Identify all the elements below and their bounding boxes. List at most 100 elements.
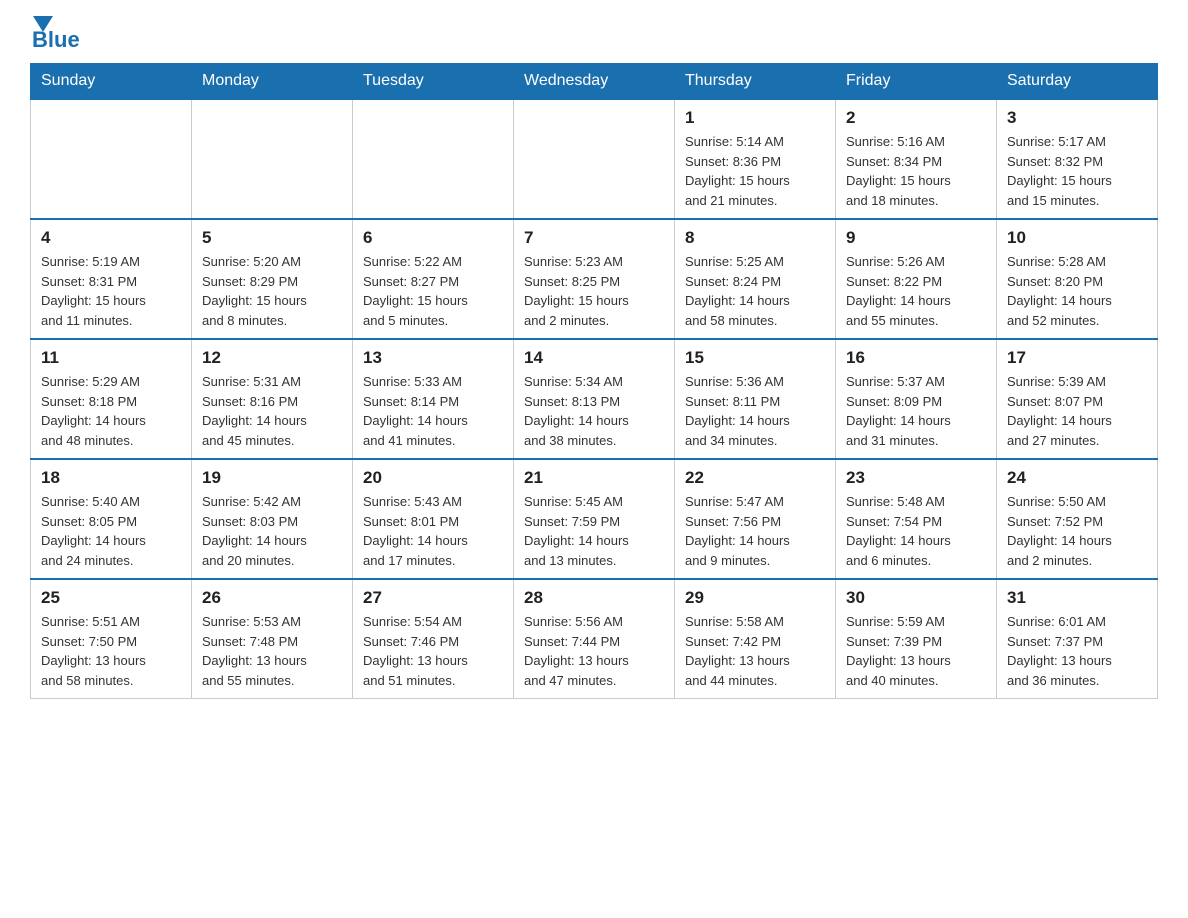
day-info: Sunrise: 5:31 AMSunset: 8:16 PMDaylight:…	[202, 372, 342, 450]
calendar-cell: 24Sunrise: 5:50 AMSunset: 7:52 PMDayligh…	[997, 459, 1158, 579]
day-info: Sunrise: 5:20 AMSunset: 8:29 PMDaylight:…	[202, 252, 342, 330]
day-info: Sunrise: 5:40 AMSunset: 8:05 PMDaylight:…	[41, 492, 181, 570]
calendar-cell: 23 Sunrise: 5:48 AMSunset: 7:54 PMDayligh…	[836, 459, 997, 579]
day-info: Sunrise: 5:48 AMSunset: 7:54 PMDaylight:…	[846, 492, 986, 570]
day-number: 17	[1007, 348, 1147, 368]
calendar-cell: 15 Sunrise: 5:36 AMSunset: 8:11 PMDayligh…	[675, 339, 836, 459]
day-number: 31	[1007, 588, 1147, 608]
calendar-cell: 27 Sunrise: 5:54 AMSunset: 7:46 PMDayligh…	[353, 579, 514, 699]
day-info: Sunrise: 5:25 AMSunset: 8:24 PMDaylight:…	[685, 252, 825, 330]
calendar-table: SundayMondayTuesdayWednesdayThursdayFrid…	[30, 63, 1158, 699]
calendar-cell: 31 Sunrise: 6:01 AMSunset: 7:37 PMDayligh…	[997, 579, 1158, 699]
calendar-cell: 22 Sunrise: 5:47 AMSunset: 7:56 PMDayligh…	[675, 459, 836, 579]
calendar-cell: 3 Sunrise: 5:17 AMSunset: 8:32 PMDaylight…	[997, 99, 1158, 219]
day-number: 10	[1007, 228, 1147, 248]
calendar-cell: 26Sunrise: 5:53 AMSunset: 7:48 PMDayligh…	[192, 579, 353, 699]
day-info: Sunrise: 5:45 AMSunset: 7:59 PMDaylight:…	[524, 492, 664, 570]
calendar-cell	[31, 99, 192, 219]
calendar-cell: 20 Sunrise: 5:43 AMSunset: 8:01 PMDayligh…	[353, 459, 514, 579]
day-number: 16	[846, 348, 986, 368]
day-info: Sunrise: 5:43 AMSunset: 8:01 PMDaylight:…	[363, 492, 503, 570]
day-number: 3	[1007, 108, 1147, 128]
calendar-cell: 18Sunrise: 5:40 AMSunset: 8:05 PMDayligh…	[31, 459, 192, 579]
day-info: Sunrise: 5:17 AMSunset: 8:32 PMDaylight:…	[1007, 132, 1147, 210]
calendar-cell: 6 Sunrise: 5:22 AMSunset: 8:27 PMDaylight…	[353, 219, 514, 339]
day-number: 19	[202, 468, 342, 488]
day-info: Sunrise: 5:33 AMSunset: 8:14 PMDaylight:…	[363, 372, 503, 450]
calendar-cell	[514, 99, 675, 219]
calendar-header-tuesday: Tuesday	[353, 64, 514, 100]
calendar-week-row: 1 Sunrise: 5:14 AMSunset: 8:36 PMDaylight…	[31, 99, 1158, 219]
calendar-cell: 16 Sunrise: 5:37 AMSunset: 8:09 PMDayligh…	[836, 339, 997, 459]
day-number: 29	[685, 588, 825, 608]
day-info: Sunrise: 5:58 AMSunset: 7:42 PMDaylight:…	[685, 612, 825, 690]
day-info: Sunrise: 5:37 AMSunset: 8:09 PMDaylight:…	[846, 372, 986, 450]
day-number: 13	[363, 348, 503, 368]
day-info: Sunrise: 5:23 AMSunset: 8:25 PMDaylight:…	[524, 252, 664, 330]
calendar-header-row: SundayMondayTuesdayWednesdayThursdayFrid…	[31, 64, 1158, 100]
day-number: 26	[202, 588, 342, 608]
calendar-cell: 28Sunrise: 5:56 AMSunset: 7:44 PMDayligh…	[514, 579, 675, 699]
calendar-cell: 14 Sunrise: 5:34 AMSunset: 8:13 PMDayligh…	[514, 339, 675, 459]
day-info: Sunrise: 5:19 AMSunset: 8:31 PMDaylight:…	[41, 252, 181, 330]
day-info: Sunrise: 5:34 AMSunset: 8:13 PMDaylight:…	[524, 372, 664, 450]
day-number: 21	[524, 468, 664, 488]
day-info: Sunrise: 5:28 AMSunset: 8:20 PMDaylight:…	[1007, 252, 1147, 330]
calendar-cell: 19 Sunrise: 5:42 AMSunset: 8:03 PMDayligh…	[192, 459, 353, 579]
day-number: 22	[685, 468, 825, 488]
day-info: Sunrise: 5:36 AMSunset: 8:11 PMDaylight:…	[685, 372, 825, 450]
calendar-cell: 21 Sunrise: 5:45 AMSunset: 7:59 PMDayligh…	[514, 459, 675, 579]
calendar-header-thursday: Thursday	[675, 64, 836, 100]
calendar-cell: 4 Sunrise: 5:19 AMSunset: 8:31 PMDaylight…	[31, 219, 192, 339]
day-info: Sunrise: 5:14 AMSunset: 8:36 PMDaylight:…	[685, 132, 825, 210]
day-number: 27	[363, 588, 503, 608]
day-number: 11	[41, 348, 181, 368]
day-number: 25	[41, 588, 181, 608]
calendar-header-sunday: Sunday	[31, 64, 192, 100]
day-number: 15	[685, 348, 825, 368]
day-info: Sunrise: 5:29 AMSunset: 8:18 PMDaylight:…	[41, 372, 181, 450]
day-number: 23	[846, 468, 986, 488]
calendar-cell: 29 Sunrise: 5:58 AMSunset: 7:42 PMDayligh…	[675, 579, 836, 699]
day-number: 1	[685, 108, 825, 128]
day-number: 9	[846, 228, 986, 248]
day-number: 14	[524, 348, 664, 368]
day-info: Sunrise: 5:50 AMSunset: 7:52 PMDaylight:…	[1007, 492, 1147, 570]
calendar-cell: 8 Sunrise: 5:25 AMSunset: 8:24 PMDaylight…	[675, 219, 836, 339]
day-info: Sunrise: 5:56 AMSunset: 7:44 PMDaylight:…	[524, 612, 664, 690]
calendar-cell	[353, 99, 514, 219]
day-info: Sunrise: 5:42 AMSunset: 8:03 PMDaylight:…	[202, 492, 342, 570]
day-number: 20	[363, 468, 503, 488]
calendar-week-row: 18Sunrise: 5:40 AMSunset: 8:05 PMDayligh…	[31, 459, 1158, 579]
day-info: Sunrise: 5:51 AMSunset: 7:50 PMDaylight:…	[41, 612, 181, 690]
calendar-cell: 30Sunrise: 5:59 AMSunset: 7:39 PMDayligh…	[836, 579, 997, 699]
calendar-header-friday: Friday	[836, 64, 997, 100]
day-number: 4	[41, 228, 181, 248]
calendar-cell: 10 Sunrise: 5:28 AMSunset: 8:20 PMDayligh…	[997, 219, 1158, 339]
day-number: 8	[685, 228, 825, 248]
calendar-cell	[192, 99, 353, 219]
day-info: Sunrise: 5:22 AMSunset: 8:27 PMDaylight:…	[363, 252, 503, 330]
calendar-cell: 12 Sunrise: 5:31 AMSunset: 8:16 PMDayligh…	[192, 339, 353, 459]
day-info: Sunrise: 5:16 AMSunset: 8:34 PMDaylight:…	[846, 132, 986, 210]
day-number: 12	[202, 348, 342, 368]
calendar-cell: 13 Sunrise: 5:33 AMSunset: 8:14 PMDayligh…	[353, 339, 514, 459]
calendar-cell: 5Sunrise: 5:20 AMSunset: 8:29 PMDaylight…	[192, 219, 353, 339]
calendar-cell: 1 Sunrise: 5:14 AMSunset: 8:36 PMDaylight…	[675, 99, 836, 219]
day-info: Sunrise: 6:01 AMSunset: 7:37 PMDaylight:…	[1007, 612, 1147, 690]
calendar-week-row: 25 Sunrise: 5:51 AMSunset: 7:50 PMDayligh…	[31, 579, 1158, 699]
day-info: Sunrise: 5:39 AMSunset: 8:07 PMDaylight:…	[1007, 372, 1147, 450]
calendar-cell: 9Sunrise: 5:26 AMSunset: 8:22 PMDaylight…	[836, 219, 997, 339]
calendar-week-row: 4 Sunrise: 5:19 AMSunset: 8:31 PMDaylight…	[31, 219, 1158, 339]
page-header: Blue	[30, 20, 1158, 53]
day-number: 2	[846, 108, 986, 128]
calendar-header-monday: Monday	[192, 64, 353, 100]
day-info: Sunrise: 5:59 AMSunset: 7:39 PMDaylight:…	[846, 612, 986, 690]
calendar-cell: 25 Sunrise: 5:51 AMSunset: 7:50 PMDayligh…	[31, 579, 192, 699]
day-number: 6	[363, 228, 503, 248]
calendar-cell: 17 Sunrise: 5:39 AMSunset: 8:07 PMDayligh…	[997, 339, 1158, 459]
calendar-cell: 7Sunrise: 5:23 AMSunset: 8:25 PMDaylight…	[514, 219, 675, 339]
calendar-header-wednesday: Wednesday	[514, 64, 675, 100]
day-info: Sunrise: 5:47 AMSunset: 7:56 PMDaylight:…	[685, 492, 825, 570]
day-info: Sunrise: 5:54 AMSunset: 7:46 PMDaylight:…	[363, 612, 503, 690]
